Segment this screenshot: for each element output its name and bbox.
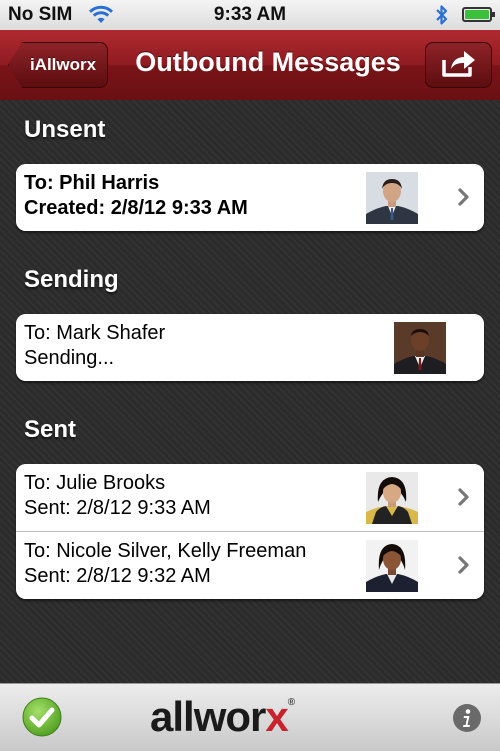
chevron-right-icon (458, 556, 470, 579)
sending-group: To: Mark Shafer Sending... (16, 314, 484, 381)
status-label: Sending... (24, 347, 115, 369)
logo-registered: ® (287, 697, 295, 708)
battery-level (465, 10, 489, 19)
message-row-julie-brooks[interactable]: To: Julie Brooks Sent: 2/8/12 9:33 AM (16, 464, 484, 532)
created-label: Created: 2/8/12 9:33 AM (24, 197, 248, 219)
avatar (366, 172, 418, 224)
battery-icon (462, 7, 495, 22)
chevron-right-icon (458, 488, 470, 511)
sent-label: Sent: 2/8/12 9:33 AM (24, 497, 211, 519)
bottom-toolbar: allworx® (0, 683, 500, 751)
checkmark-icon[interactable] (22, 697, 62, 742)
section-title-unsent: Unsent (24, 116, 106, 143)
recipient-label: To: Phil Harris (24, 172, 160, 194)
section-title-sending: Sending (24, 266, 119, 293)
recipient-label: To: Julie Brooks (24, 472, 166, 494)
clock: 9:33 AM (213, 4, 287, 25)
recipient-label: To: Nicole Silver, Kelly Freeman (24, 540, 307, 562)
page-title: Outbound Messages (135, 47, 401, 77)
navigation-bar: iAllworx Outbound Messages (0, 30, 500, 101)
logo-x: x (265, 693, 288, 740)
sent-label: Sent: 2/8/12 9:32 AM (24, 565, 211, 587)
avatar (366, 472, 418, 524)
message-text: To: Mark Shafer Sending... (24, 321, 356, 371)
bluetooth-icon (434, 4, 450, 32)
avatar (394, 322, 446, 374)
message-row-nicole-silver[interactable]: To: Nicole Silver, Kelly Freeman Sent: 2… (16, 532, 484, 599)
sent-group: To: Julie Brooks Sent: 2/8/12 9:33 AM To… (16, 464, 484, 599)
allworx-logo: allworx® (150, 692, 350, 742)
message-list: Unsent To: Phil Harris Created: 2/8/12 9… (0, 100, 500, 683)
share-button[interactable] (425, 42, 492, 88)
message-row-phil-harris[interactable]: To: Phil Harris Created: 2/8/12 9:33 AM (16, 164, 484, 231)
section-title-sent: Sent (24, 416, 77, 443)
chevron-right-icon (458, 188, 470, 211)
message-text: To: Phil Harris Created: 2/8/12 9:33 AM (24, 171, 356, 221)
status-bar: No SIM 9:33 AM (0, 0, 500, 30)
logo-text: allwor (150, 693, 266, 740)
info-icon[interactable] (452, 703, 482, 738)
share-icon (441, 48, 477, 83)
unsent-group: To: Phil Harris Created: 2/8/12 9:33 AM (16, 164, 484, 231)
avatar (366, 540, 418, 592)
recipient-label: To: Mark Shafer (24, 322, 166, 344)
message-text: To: Nicole Silver, Kelly Freeman Sent: 2… (24, 539, 356, 589)
message-row-mark-shafer: To: Mark Shafer Sending... (16, 314, 484, 381)
message-text: To: Julie Brooks Sent: 2/8/12 9:33 AM (24, 471, 356, 521)
back-button[interactable]: iAllworx (8, 42, 108, 88)
